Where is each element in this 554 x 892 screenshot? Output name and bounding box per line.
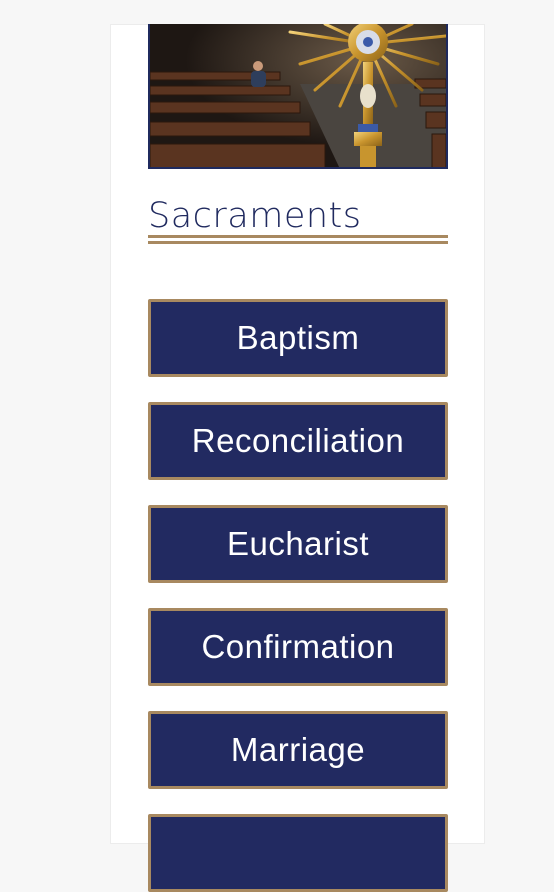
marriage-button[interactable]: Marriage [148,711,448,789]
baptism-button[interactable]: Baptism [148,299,448,377]
title-underline-top [148,235,448,238]
hero-illustration [150,24,446,167]
next-sacrament-button[interactable] [148,814,448,892]
eucharist-button[interactable]: Eucharist [148,505,448,583]
monstrance-adoration-image [148,24,448,169]
reconciliation-button[interactable]: Reconciliation [148,402,448,480]
section-title: Sacraments [148,196,362,236]
confirmation-button[interactable]: Confirmation [148,608,448,686]
title-underline-bottom [148,241,448,244]
